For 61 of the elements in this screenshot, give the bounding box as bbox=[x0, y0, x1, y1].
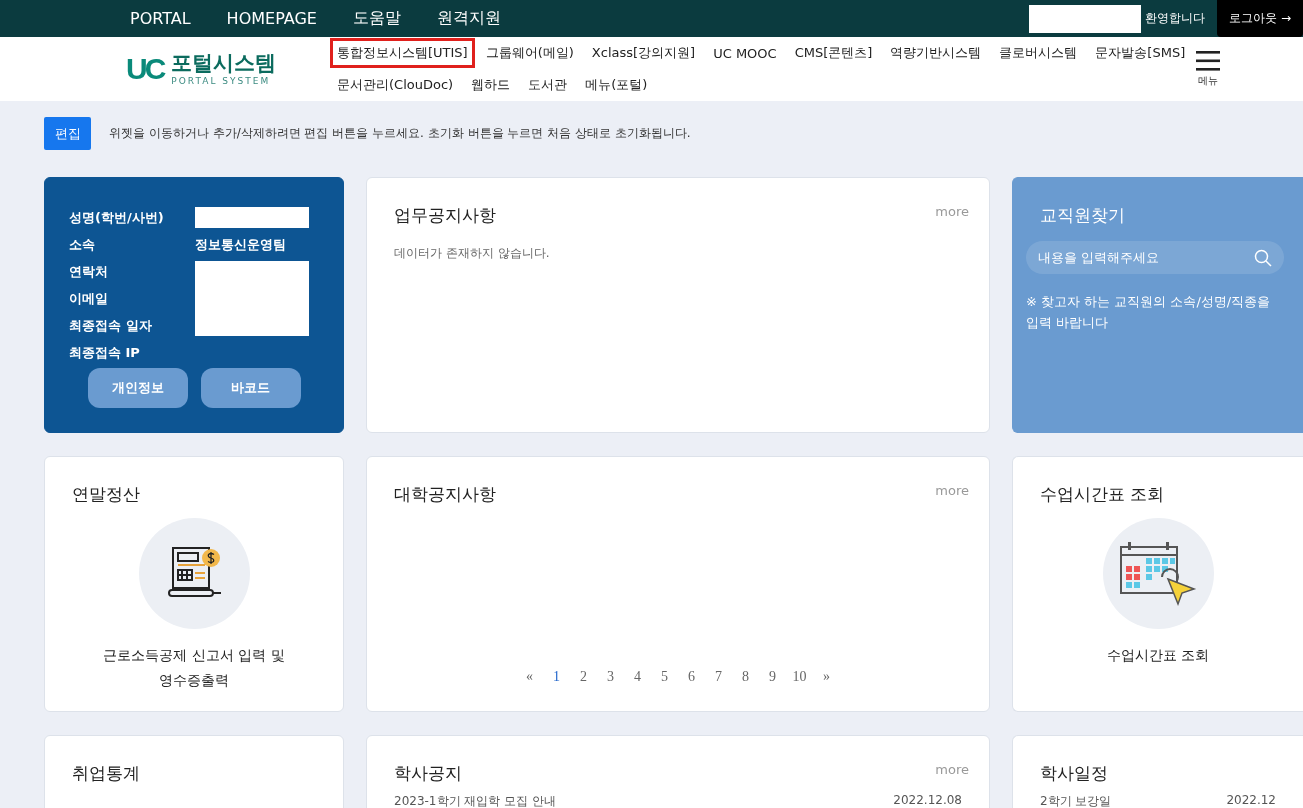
menu-item[interactable]: 역량기반시스템 bbox=[883, 38, 989, 68]
page-link[interactable]: 9 bbox=[761, 669, 784, 685]
card-title: 교직원찾기 bbox=[1040, 204, 1125, 227]
field-label: 이메일 bbox=[69, 289, 109, 308]
card-title: 업무공지사항 bbox=[394, 204, 496, 227]
logo-subtitle: PORTAL SYSTEM bbox=[171, 75, 272, 86]
card-title: 연말정산 bbox=[72, 483, 140, 506]
logo-mark: UC bbox=[126, 52, 164, 86]
field-label: 성명(학번/사번) bbox=[69, 208, 165, 227]
hint-text: 위젯을 이동하거나 추가/삭제하려면 편집 버튼을 누르세요. 초기화 버튼을 누르면 처음 상태로 초기화됩니다. bbox=[109, 125, 691, 142]
field-label: 소속 bbox=[69, 235, 96, 254]
menu-item[interactable]: 그룹웨어(메일) bbox=[478, 38, 581, 68]
top-nav-link[interactable]: PORTAL bbox=[130, 9, 191, 28]
notice-date: 2022.12.08 bbox=[893, 793, 962, 808]
page-link[interactable]: » bbox=[815, 669, 838, 685]
edit-button[interactable]: 편집 bbox=[44, 117, 91, 150]
field-label: 최종접속 IP bbox=[69, 343, 141, 362]
calendar-cursor-icon bbox=[1118, 540, 1198, 607]
shortcut-caption[interactable]: 수업시간표 조회 bbox=[1040, 643, 1276, 668]
empty-message: 데이터가 존재하지 않습니다. bbox=[394, 245, 551, 262]
menu-item[interactable]: UC MOOC bbox=[706, 39, 784, 67]
page-link[interactable]: 10 bbox=[788, 669, 811, 685]
search-note: ※ 찾고자 하는 교직원의 소속/성명/직종을 입력 바랍니다 bbox=[1026, 293, 1272, 332]
top-nav-link[interactable]: 원격지원 bbox=[436, 8, 501, 29]
page-link[interactable]: 5 bbox=[653, 669, 676, 685]
page-link[interactable]: 4 bbox=[626, 669, 649, 685]
menu-item[interactable]: 웹하드 bbox=[464, 70, 518, 100]
page-link[interactable]: 7 bbox=[707, 669, 730, 685]
card-title: 취업통계 bbox=[72, 762, 140, 785]
top-nav-link[interactable]: 도움말 bbox=[352, 8, 401, 29]
card-title: 수업시간표 조회 bbox=[1040, 483, 1165, 506]
field-label: 연락처 bbox=[69, 262, 109, 281]
card-title: 학사일정 bbox=[1040, 762, 1108, 785]
menu-item[interactable]: 문서관리(ClouDoc) bbox=[330, 70, 461, 100]
menu-button[interactable]: 메뉴 bbox=[1196, 50, 1220, 88]
shortcut-caption[interactable]: 근로소득공제 신고서 입력 및 영수증출력 bbox=[72, 643, 316, 692]
menu-item[interactable]: 메뉴(포털) bbox=[578, 70, 655, 100]
field-value: 정보통신운영팀 bbox=[195, 235, 287, 254]
page-link[interactable]: 8 bbox=[734, 669, 757, 685]
field-label: 최종접속 일자 bbox=[69, 316, 153, 335]
menu-item[interactable]: Xclass[강의지원] bbox=[584, 38, 703, 68]
logout-button[interactable]: 로그아웃 → bbox=[1217, 0, 1303, 37]
page-link[interactable]: 6 bbox=[680, 669, 703, 685]
notice-link[interactable]: 2학기 보강일 bbox=[1040, 793, 1112, 808]
page-link[interactable]: « bbox=[518, 669, 541, 685]
page-link[interactable]: 2 bbox=[572, 669, 595, 685]
notice-date: 2022.12 bbox=[1226, 793, 1276, 808]
page-link[interactable]: 1 bbox=[545, 669, 568, 685]
menu-item[interactable]: 문자발송[SMS] bbox=[1088, 38, 1193, 68]
menu-item[interactable]: 도서관 bbox=[521, 70, 575, 100]
notice-link[interactable]: 2023-1학기 재입학 모집 안내 bbox=[394, 793, 556, 808]
card-title: 학사공지 bbox=[394, 762, 462, 785]
menu-item[interactable]: 클로버시스템 bbox=[992, 38, 1085, 68]
card-title: 대학공지사항 bbox=[394, 483, 496, 506]
top-nav-link[interactable]: HOMEPAGE bbox=[226, 9, 317, 28]
logo-title: 포털시스템 bbox=[171, 52, 277, 76]
menu-icon bbox=[1196, 50, 1220, 71]
menu-item[interactable]: CMS[콘텐츠] bbox=[787, 38, 880, 68]
welcome-text: 환영합니다 bbox=[1145, 10, 1206, 27]
menu-item[interactable]: 통합정보시스템[UTIS] bbox=[330, 38, 475, 68]
page-link[interactable]: 3 bbox=[599, 669, 622, 685]
